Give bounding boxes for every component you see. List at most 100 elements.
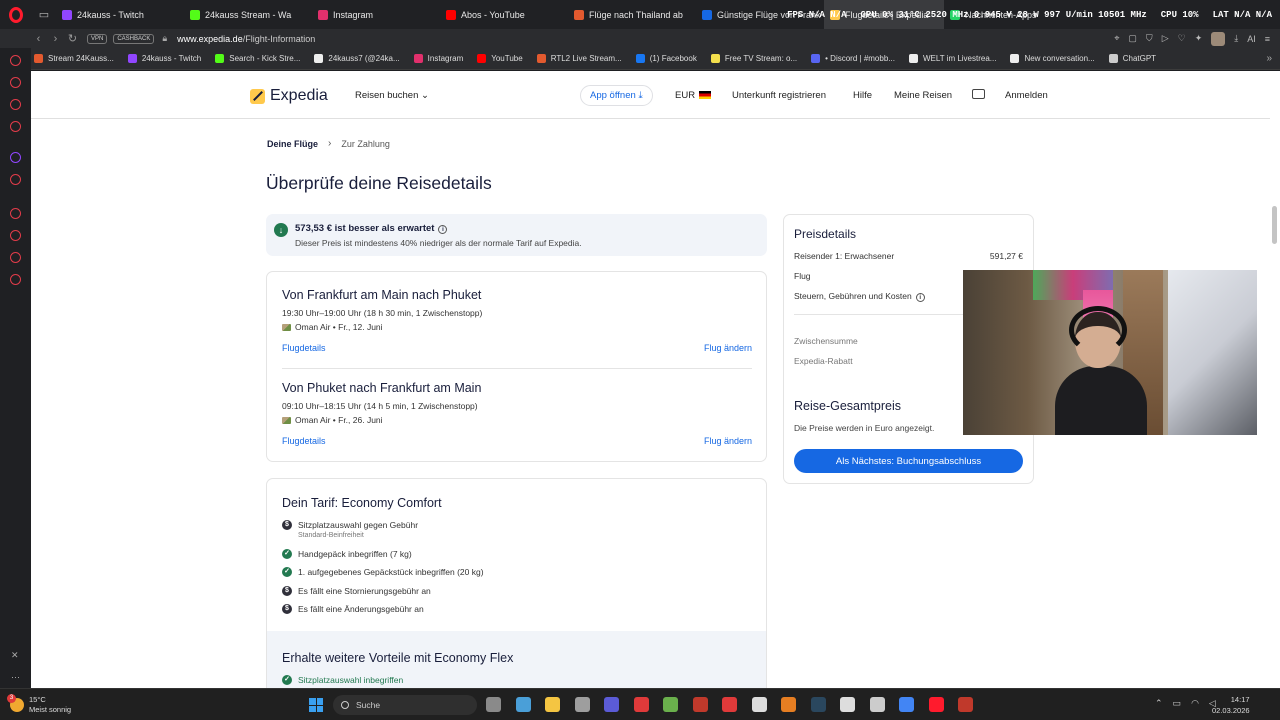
bookmark-item[interactable]: WELT im Livestrea... (908, 54, 996, 63)
bookmark-item[interactable]: Instagram (413, 54, 463, 63)
sidebar-extensions-icon[interactable] (10, 252, 21, 263)
browser-tab[interactable]: 24kauss - Twitch (56, 0, 184, 29)
chat-icon[interactable] (972, 89, 985, 99)
browser-tab[interactable]: 24kauss Stream - Wa (184, 0, 312, 29)
webcam-overlay (963, 270, 1257, 435)
weather-widget[interactable]: 3 15°C Meist sonnig (7, 694, 71, 715)
browser-tab[interactable]: Instagram (312, 0, 440, 29)
unterkunft-link[interactable]: Unterkunft registrieren (732, 90, 826, 101)
hilfe-link[interactable]: Hilfe (853, 90, 872, 101)
bookmark-item[interactable]: • Discord | #mobb... (811, 54, 895, 63)
sidebar-instagram-icon[interactable] (10, 121, 21, 132)
promo-title: 573,53 € ist besser als erwartet i (295, 223, 448, 234)
taskbar-app-icon[interactable] (633, 697, 649, 712)
heart-icon[interactable]: ♡ (1178, 33, 1186, 44)
currency-selector[interactable]: EUR (675, 90, 712, 101)
bookmark-item[interactable]: ChatGPT (1108, 54, 1156, 63)
menu-icon[interactable]: ≡ (1265, 34, 1270, 44)
bookmark-item[interactable]: 24kauss - Twitch (127, 54, 201, 63)
lock-icon[interactable]: 🔒︎ (162, 33, 167, 44)
taskbar-app-icon[interactable] (604, 697, 619, 712)
ai-icon[interactable]: AI (1247, 34, 1256, 44)
shield-icon[interactable]: ⛉ (1146, 33, 1153, 44)
sidebar-youtube-icon[interactable] (10, 174, 21, 185)
sidebar-history-icon[interactable] (10, 230, 21, 241)
browser-tab[interactable]: Flüge nach Thailand ab (568, 0, 696, 29)
taskbar-app-icon[interactable] (928, 697, 944, 712)
expedia-logo[interactable]: Expedia (250, 87, 328, 105)
info-icon[interactable]: i (915, 293, 925, 302)
sidebar-settings-icon[interactable] (10, 274, 21, 285)
flug-aendern-link[interactable]: Flug ändern (704, 436, 752, 446)
bookmarks-more-icon[interactable]: » (1266, 53, 1272, 64)
network-icon[interactable]: ▭ (1173, 698, 1182, 709)
continue-booking-button[interactable]: Als Nächstes: Buchungsabschluss (794, 449, 1023, 473)
taskbar-app-icon[interactable] (574, 697, 590, 712)
windows-start-icon[interactable] (309, 698, 323, 712)
bookmark-item[interactable]: Free TV Stream: o... (710, 54, 797, 63)
flug-aendern-link[interactable]: Flug ändern (704, 343, 752, 353)
taskbar-app-icon[interactable] (781, 697, 796, 712)
bookmark-icon[interactable]: ⌖ (1114, 33, 1119, 44)
back-icon[interactable]: ‹ (30, 33, 47, 45)
bookmark-item[interactable]: RTL2 Live Stream... (536, 54, 622, 63)
reisen-buchen-menu[interactable]: Reisen buchen ⌄ (355, 90, 429, 101)
player-icon[interactable]: ▷ (1162, 33, 1169, 44)
fee-icon: $ (282, 520, 292, 530)
forward-icon[interactable]: › (47, 33, 64, 45)
sidebar-more-icon[interactable]: ⋯ (11, 672, 20, 683)
opera-menu-icon[interactable] (0, 0, 32, 29)
taskbar-app-icon[interactable] (486, 697, 501, 712)
bookmark-favicon-icon (413, 54, 423, 63)
sidebar-pinboard-icon[interactable] (10, 55, 21, 66)
taskbar-app-icon[interactable] (810, 697, 826, 712)
info-icon[interactable]: i (438, 225, 448, 234)
tab-islands-icon[interactable]: ▭ (32, 0, 56, 29)
download-icon[interactable]: ⤓ (1234, 33, 1238, 44)
snapshot-icon[interactable]: ▢ (1128, 33, 1137, 44)
bookmark-item[interactable]: New conversation... (1010, 54, 1095, 63)
bookmark-item[interactable]: Stream 24Kauss... (34, 54, 114, 63)
taskbar-app-icon[interactable] (958, 697, 973, 712)
flugdetails-link[interactable]: Flugdetails (282, 343, 326, 353)
sidebar-gx-icon[interactable]: ✕ (11, 650, 19, 661)
page-scrollbar[interactable] (1270, 71, 1280, 688)
profile-avatar[interactable] (1211, 31, 1226, 46)
taskbar-app-icon[interactable] (545, 697, 560, 712)
bookmark-favicon-icon (477, 54, 487, 63)
meine-reisen-link[interactable]: Meine Reisen (894, 90, 952, 101)
browser-tab[interactable]: Abos - YouTube (440, 0, 568, 29)
taskbar-app-icon[interactable] (899, 697, 914, 712)
vpn-badge[interactable]: VPN (87, 33, 108, 44)
download-icon: ⤓ (638, 90, 643, 101)
sidebar-player-icon[interactable] (10, 208, 21, 219)
sidebar-aria-icon[interactable] (10, 77, 21, 88)
taskbar-search[interactable]: Suche (333, 695, 477, 715)
bookmark-item[interactable]: Search - Kick Stre... (215, 54, 300, 63)
sidebar-messenger-icon[interactable] (10, 99, 21, 110)
anmelden-link[interactable]: Anmelden (1005, 90, 1048, 101)
check-icon: ✓ (282, 567, 292, 577)
app-open-button[interactable]: App öffnen ⤓ (580, 85, 653, 106)
extensions-icon[interactable]: ✦ (1195, 33, 1203, 44)
taskbar-app-icon[interactable] (869, 697, 885, 712)
clock[interactable]: 14:17 02.03.2026 (1212, 694, 1250, 716)
cashback-badge[interactable]: CASHBACK (113, 33, 155, 44)
bookmark-item[interactable]: 24kauss7 (@24ka... (314, 54, 400, 63)
taskbar-app-icon[interactable] (751, 697, 767, 712)
bookmark-item[interactable]: YouTube (477, 54, 523, 63)
breadcrumb-current[interactable]: Deine Flüge (267, 139, 318, 149)
taskbar-app-icon[interactable] (840, 697, 855, 712)
bookmark-item[interactable]: (1) Facebook (635, 54, 697, 63)
taskbar-app-icon[interactable] (722, 697, 737, 712)
scrollbar-thumb[interactable] (1272, 206, 1277, 244)
taskbar-app-icon[interactable] (515, 697, 531, 712)
reload-icon[interactable]: ↻ (64, 32, 81, 45)
taskbar-app-icon[interactable] (692, 697, 708, 712)
wifi-icon[interactable]: ◠ (1191, 698, 1199, 709)
flugdetails-link[interactable]: Flugdetails (282, 436, 326, 446)
taskbar-app-icon[interactable] (663, 697, 678, 712)
sidebar-twitch-icon[interactable] (10, 152, 21, 163)
chevron-up-icon[interactable]: ⌃ (1155, 698, 1163, 709)
url-field[interactable]: www.expedia.de/Flight-Information (177, 34, 315, 44)
